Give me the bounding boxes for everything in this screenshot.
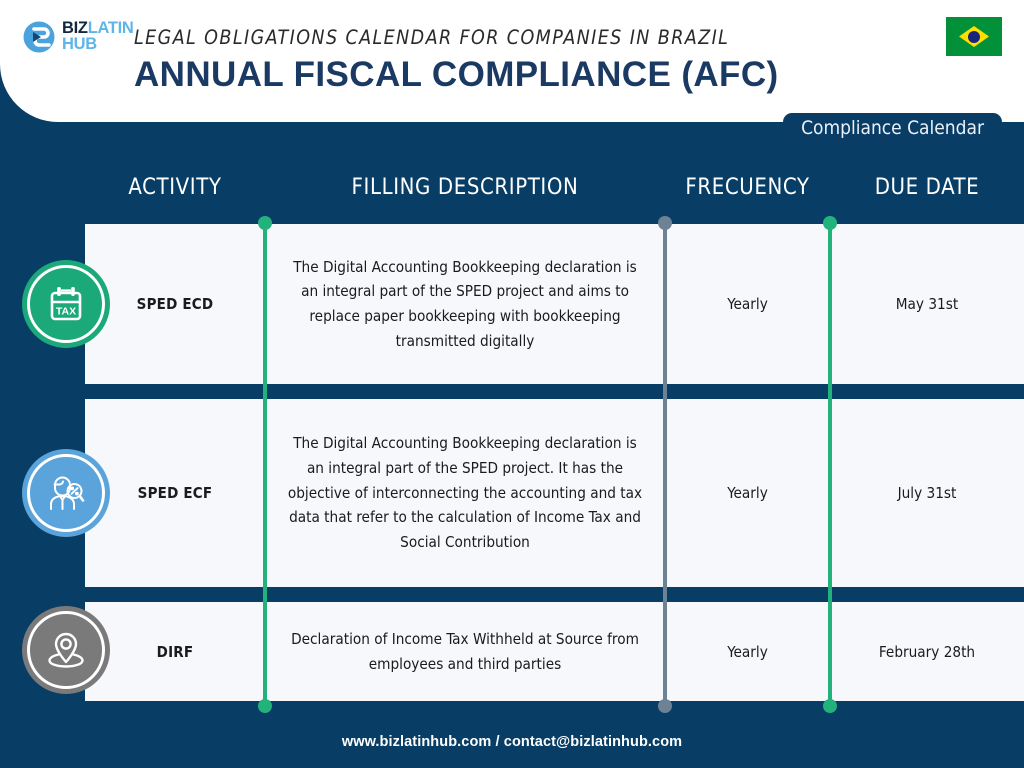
divider-dot-bottom xyxy=(823,699,837,713)
cell-due-date: May 31st xyxy=(895,295,959,313)
title-block: LEGAL OBLIGATIONS CALENDAR FOR COMPANIES… xyxy=(134,26,874,95)
person-magnifier-glyph xyxy=(50,476,85,510)
divider-frecuency-duedate xyxy=(823,216,837,713)
divider-dot-top xyxy=(823,216,837,230)
tax-calendar-glyph: TAX xyxy=(50,287,82,321)
cell-description: The Digital Accounting Bookkeeping decla… xyxy=(293,257,637,350)
person-magnifier-icon xyxy=(22,449,110,537)
logo-word-hub: HUB xyxy=(62,35,97,53)
header-panel: BIZLATIN HUB LEGAL OBLIGATIONS CALENDAR … xyxy=(0,0,1024,122)
column-header-due-date: DUE DATE xyxy=(874,175,980,200)
cell-activity: SPED ECD xyxy=(136,295,214,313)
column-header-activity: ACTIVITY xyxy=(128,175,222,200)
divider-dot-bottom xyxy=(658,699,672,713)
brazil-flag-icon xyxy=(946,17,1002,56)
infographic-page: BIZLATIN HUB LEGAL OBLIGATIONS CALENDAR … xyxy=(0,0,1024,768)
column-header-frecuency: FRECUENCY xyxy=(685,175,810,200)
footer-contact-text[interactable]: www.bizlatinhub.com / contact@bizlatinhu… xyxy=(342,734,682,750)
cell-frecuency: Yearly xyxy=(727,642,768,661)
divider-dot-bottom xyxy=(258,699,272,713)
column-header-description: FILLING DESCRIPTION xyxy=(351,175,579,200)
compliance-calendar-badge: Compliance Calendar xyxy=(783,113,1002,143)
table-row: DIRF Declaration of Income Tax Withheld … xyxy=(85,602,1024,701)
cell-frecuency: Yearly xyxy=(727,484,768,502)
cell-due-date: July 31st xyxy=(897,484,957,502)
header-subtitle: LEGAL OBLIGATIONS CALENDAR FOR COMPANIES… xyxy=(134,26,730,49)
cell-due-date: February 28th xyxy=(878,642,976,661)
bizlatinhub-logo-icon xyxy=(23,21,55,53)
brand-logo-text: BIZLATIN HUB xyxy=(62,20,134,53)
cell-description: Declaration of Income Tax Withheld at So… xyxy=(291,629,639,673)
brand-logo[interactable]: BIZLATIN HUB xyxy=(22,20,134,54)
cell-description: The Digital Accounting Bookkeeping decla… xyxy=(287,434,643,551)
flag-globe xyxy=(968,30,980,43)
page-title: ANNUAL FISCAL COMPLIANCE (AFC) xyxy=(134,55,779,94)
tax-calendar-icon: TAX xyxy=(22,260,110,348)
table-row: SPED ECF The Digital Accounting Bookkeep… xyxy=(85,399,1024,587)
divider-dot-top xyxy=(258,216,272,230)
divider-description-frecuency xyxy=(658,216,672,713)
divider-activity-description xyxy=(258,216,272,713)
location-pin-glyph xyxy=(48,632,84,668)
cell-activity: SPED ECF xyxy=(137,484,213,502)
svg-text:TAX: TAX xyxy=(56,306,76,318)
table-header-row: ACTIVITY FILLING DESCRIPTION FRECUENCY D… xyxy=(0,175,1024,222)
cell-frecuency: Yearly xyxy=(727,295,768,313)
cell-activity: DIRF xyxy=(156,642,194,661)
divider-dot-top xyxy=(658,216,672,230)
location-pin-icon xyxy=(22,606,110,694)
footer: www.bizlatinhub.com / contact@bizlatinhu… xyxy=(0,716,1024,768)
table-row: SPED ECD The Digital Accounting Bookkeep… xyxy=(85,224,1024,384)
